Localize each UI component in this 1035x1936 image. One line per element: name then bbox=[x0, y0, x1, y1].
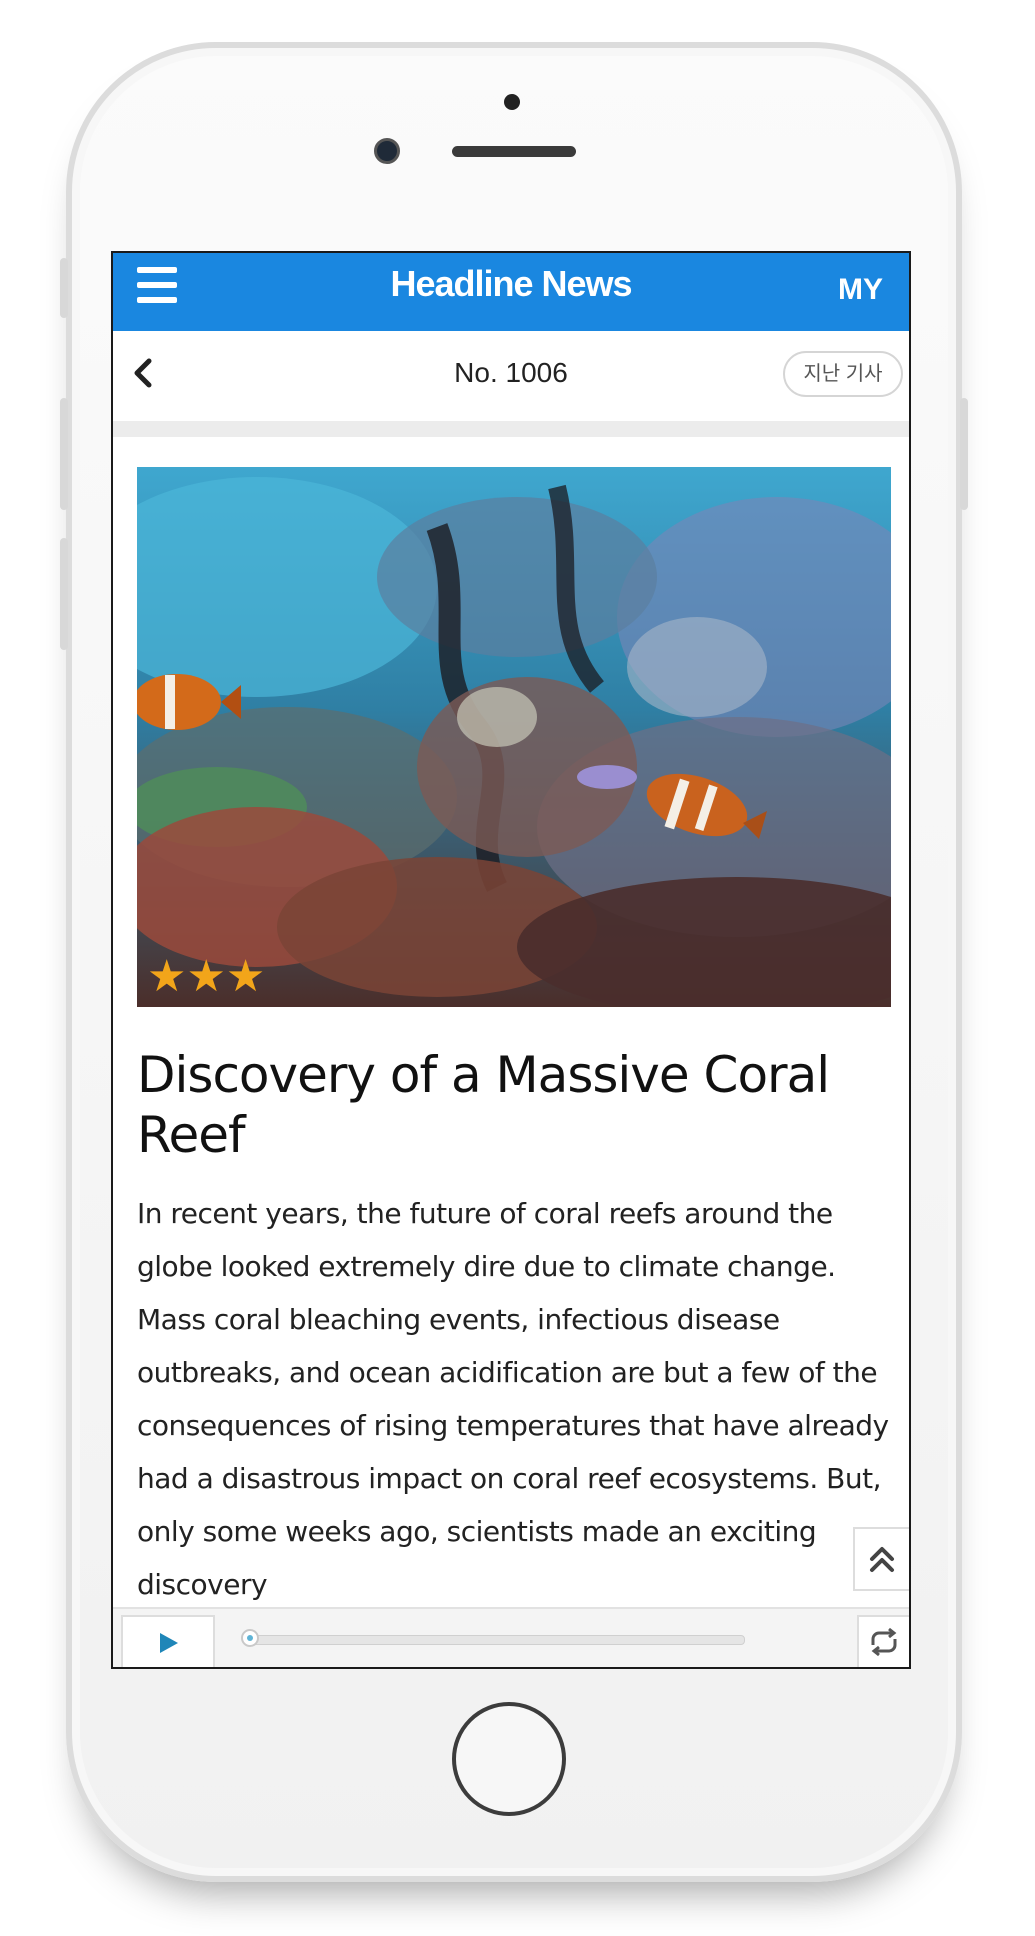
audio-progress-knob[interactable] bbox=[241, 1629, 259, 1647]
power-button bbox=[960, 398, 968, 510]
audio-player bbox=[113, 1607, 909, 1667]
article-body: In recent years, the future of coral ree… bbox=[137, 1197, 889, 1601]
article-title: Discovery of a Massive Coral Reef bbox=[137, 1046, 830, 1164]
app-screen: Headline News MY No. 1006 지난 기사 ★★★ Disc… bbox=[111, 251, 911, 1669]
repeat-button[interactable] bbox=[857, 1615, 909, 1667]
double-chevron-up-icon bbox=[870, 1547, 894, 1572]
play-button[interactable] bbox=[121, 1615, 215, 1667]
rating-stars: ★★★ bbox=[147, 955, 265, 999]
scroll-to-top-button[interactable] bbox=[853, 1527, 909, 1591]
coral-reef-image bbox=[137, 467, 891, 1007]
proximity-sensor bbox=[504, 94, 520, 110]
play-icon bbox=[160, 1633, 178, 1653]
article-image: ★★★ bbox=[137, 467, 891, 1007]
audio-progress-track[interactable] bbox=[251, 1635, 745, 1645]
my-button[interactable]: MY bbox=[838, 273, 883, 307]
app-title: Headline News bbox=[390, 263, 632, 304]
star-icon: ★ bbox=[186, 952, 226, 1001]
star-icon: ★ bbox=[147, 952, 187, 1001]
star-icon: ★ bbox=[225, 952, 266, 1001]
volume-up-button bbox=[60, 398, 68, 510]
home-button[interactable] bbox=[452, 1702, 566, 1816]
app-header: Headline News MY bbox=[113, 253, 909, 331]
article: ★★★ Discovery of a Massive Coral Reef In… bbox=[137, 467, 891, 1611]
earpiece-speaker bbox=[452, 146, 576, 157]
volume-down-button bbox=[60, 538, 68, 650]
issue-bar: No. 1006 지난 기사 bbox=[113, 331, 909, 437]
front-camera bbox=[374, 138, 400, 164]
silent-switch bbox=[60, 258, 68, 318]
repeat-icon bbox=[871, 1627, 897, 1657]
past-articles-button[interactable]: 지난 기사 bbox=[783, 351, 903, 397]
